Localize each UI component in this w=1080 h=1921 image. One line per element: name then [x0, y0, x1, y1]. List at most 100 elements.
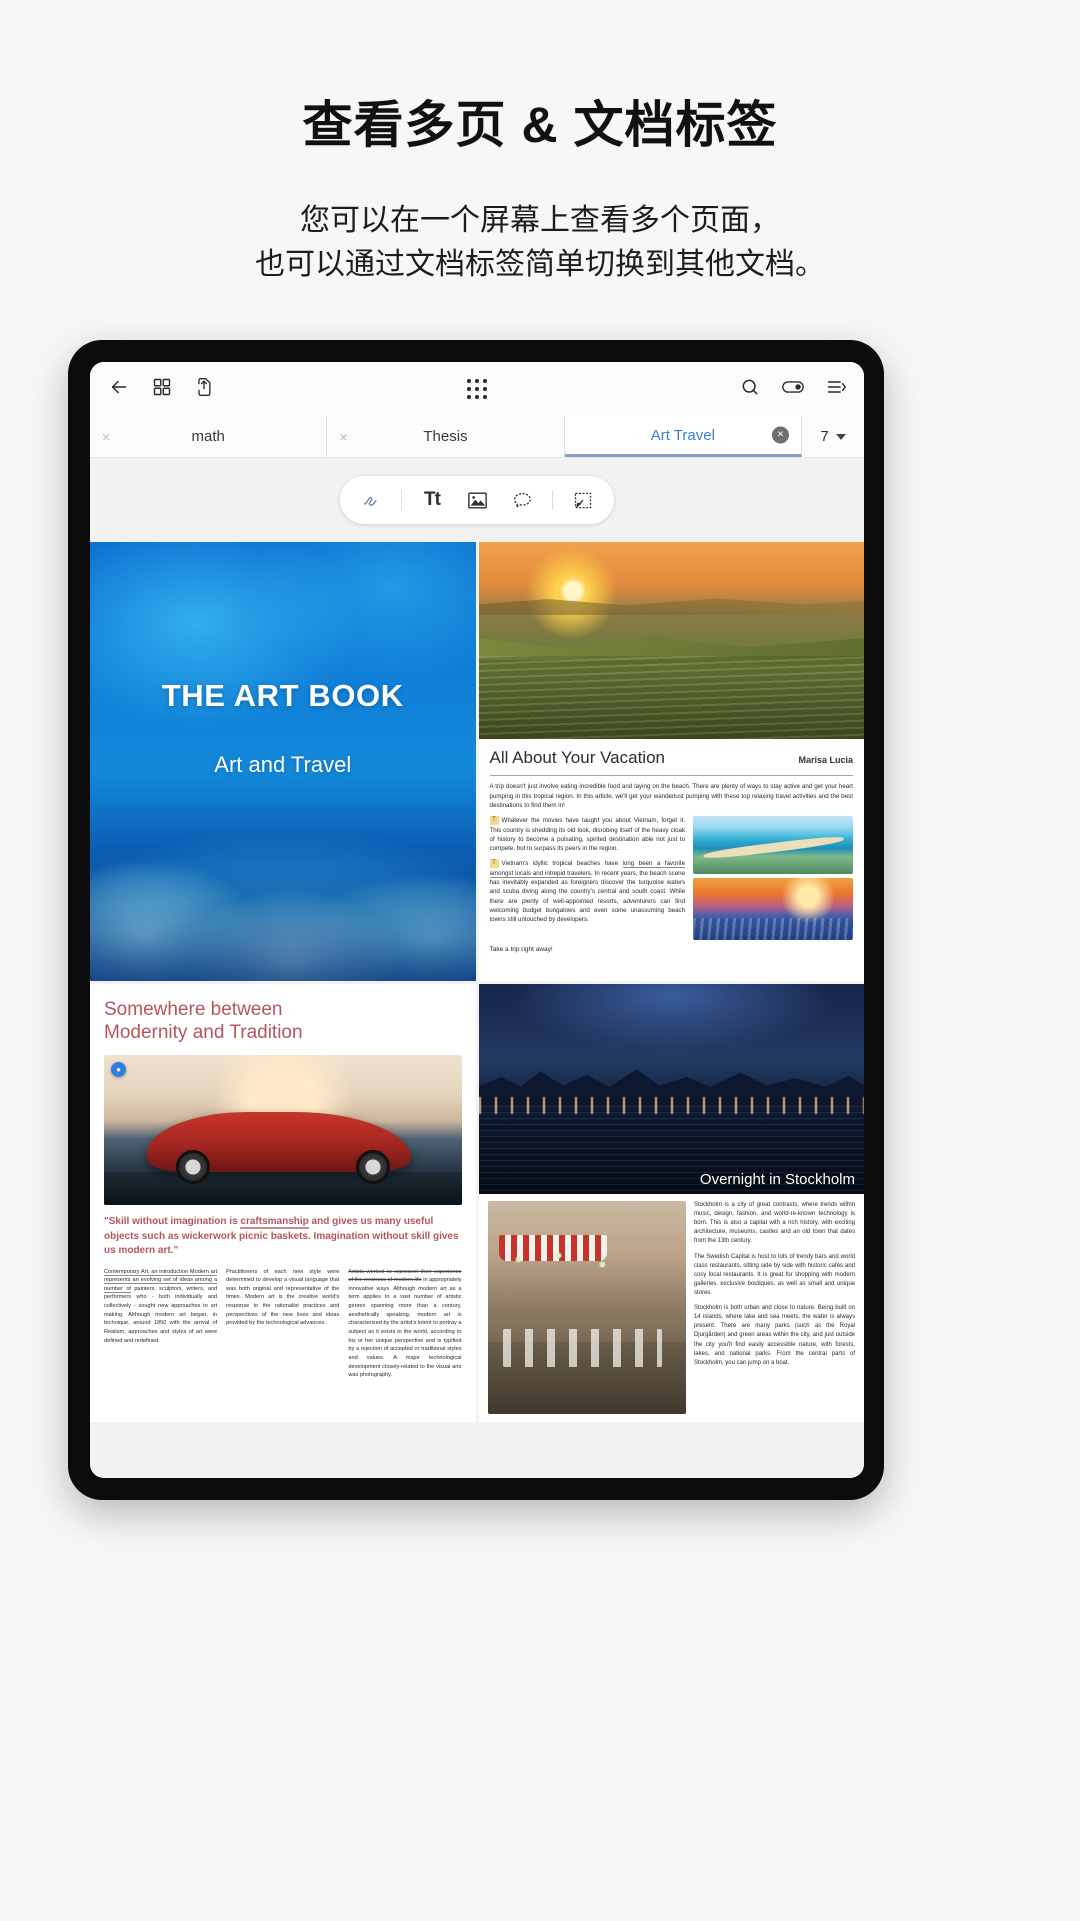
page3-car-photo: ●: [104, 1055, 462, 1205]
app-grid-dots-icon[interactable]: [467, 379, 487, 399]
tablet-bezel: × math × Thesis Art Travel × 7 Tt THE AR…: [68, 340, 884, 1500]
page4-para-2: The Swedish Capital is host to lots of t…: [693, 1253, 855, 1296]
car-wheel-front: [175, 1150, 210, 1184]
page2-para-3-a: Vietnam's idyllic tropical beaches have: [501, 860, 623, 868]
tool-palette-row: Tt: [90, 458, 864, 542]
page2-image-column: [693, 816, 853, 941]
page2-footer: Take a trip right away!: [489, 946, 553, 954]
page3-heading: Somewhere between Modernity and Traditio…: [104, 998, 462, 1046]
page3-quote: "Skill without imagination is craftsmans…: [104, 1215, 462, 1259]
page2-para-2-highlight: Whatever the movies have taught you abou…: [501, 817, 657, 825]
page4-street-photo: [487, 1200, 686, 1414]
page3-quote-strike: craftsmanship: [240, 1216, 309, 1229]
page4-caption: Overnight in Stockholm: [699, 1170, 855, 1188]
app-toolbar: [90, 362, 864, 416]
page4-para-1: Stockholm is a city of great contrasts, …: [693, 1201, 855, 1245]
search-icon[interactable]: [740, 377, 760, 402]
comment-tool-icon[interactable]: [507, 485, 537, 515]
document-tab-bar: × math × Thesis Art Travel × 7: [90, 416, 864, 458]
page2-heading-row: All About Your Vacation Marisa Lucia: [490, 748, 854, 772]
bottom-nav-strip: [90, 1422, 864, 1478]
image-tool-icon[interactable]: [462, 485, 492, 515]
bookmark-icon[interactable]: [782, 379, 804, 400]
beach-photo: [693, 816, 853, 875]
page2-para-3-rest: . In recent years, the beach scene has i…: [489, 869, 686, 924]
page3-col1-text: Contemporary Art, an introduction Modern…: [104, 1268, 217, 1346]
tab-close-icon[interactable]: ×: [339, 430, 347, 444]
document-page-4[interactable]: Overnight in Stockholm Stockholm is a ci…: [478, 983, 865, 1422]
page3-columns: Contemporary Art, an introduction Modern…: [104, 1268, 462, 1381]
page3-column-2: Practitioners of each new style were det…: [226, 1268, 339, 1381]
annotation-marker[interactable]: T: [489, 816, 499, 826]
promo-subtitle-line-1: 您可以在一个屏幕上查看多个页面，: [300, 204, 780, 237]
tablet-device-frame: × math × Thesis Art Travel × 7 Tt THE AR…: [68, 340, 884, 1500]
page2-para-2: T Whatever the movies have taught you abo…: [489, 816, 685, 853]
page2-body: All About Your Vacation Marisa Lucia A t…: [479, 739, 865, 980]
comment-pin-icon[interactable]: ●: [111, 1062, 126, 1077]
page2-para-3: T Vietnam's idyllic tropical beaches have…: [489, 859, 686, 924]
promo-header: 查看多页 & 文档标签 您可以在一个屏幕上查看多个页面， 也可以通过文档标签简单…: [0, 0, 1080, 288]
page4-para-3: Stockholm is both urban and close to nat…: [693, 1305, 855, 1366]
street-lamp: [515, 1256, 523, 1264]
terrace-texture: [478, 656, 864, 740]
export-share-icon[interactable]: [194, 376, 214, 403]
tab-close-icon[interactable]: ×: [771, 426, 789, 444]
cafe-tables: [503, 1328, 663, 1368]
tool-divider: [401, 490, 402, 510]
page4-hero-image: Overnight in Stockholm: [478, 983, 864, 1194]
page2-para-1: A trip doesn't just involve eating incre…: [489, 783, 854, 809]
promo-subtitle-line-2: 也可以通过文档标签简单切换到其他文档。: [255, 248, 825, 282]
page-count-value: 7: [820, 428, 829, 445]
page3-heading-line-2: Modernity and Tradition: [104, 1022, 303, 1044]
page-count-dropdown[interactable]: 7: [801, 416, 864, 457]
tool-divider: [552, 490, 553, 510]
tab-thesis[interactable]: × Thesis: [327, 416, 565, 457]
tool-palette: Tt: [340, 476, 614, 524]
heading-rule: [489, 775, 853, 777]
text-tool-icon[interactable]: Tt: [417, 485, 447, 515]
tab-math[interactable]: × math: [90, 416, 328, 457]
page3-col1-rest: painters, sculptors, writers, and perfor…: [104, 1285, 218, 1344]
tab-close-icon[interactable]: ×: [102, 430, 110, 444]
page3-col3-rest: in appropriately innovative ways. Althou…: [348, 1277, 462, 1379]
list-menu-icon[interactable]: [826, 378, 847, 401]
document-page-1[interactable]: THE ART BOOK Art and Travel: [90, 542, 476, 981]
page3-column-3: Artists worked to represent their experi…: [348, 1268, 461, 1381]
page3-column-1: Contemporary Art, an introduction Modern…: [104, 1268, 217, 1381]
annotation-marker[interactable]: T: [489, 859, 499, 869]
page2-hero-image: [478, 542, 864, 740]
page2-heading: All About Your Vacation: [489, 748, 666, 768]
page1-title: THE ART BOOK: [161, 677, 404, 713]
tab-art-travel[interactable]: Art Travel ×: [564, 416, 802, 457]
surf-photo: [693, 878, 853, 941]
page3-col1-lead: Contemporary Art, an introduction: [104, 1268, 190, 1276]
document-page-2[interactable]: All About Your Vacation Marisa Lucia A t…: [478, 542, 865, 981]
tablet-screen: × math × Thesis Art Travel × 7 Tt THE AR…: [90, 362, 864, 1478]
tab-label: Thesis: [423, 428, 468, 445]
chevron-down-icon: [835, 433, 846, 440]
tab-label: Art Travel: [650, 426, 715, 444]
page4-text-column: Stockholm is a city of great contrasts, …: [694, 1201, 855, 1414]
page3-quote-part-1: "Skill without imagination is: [104, 1216, 241, 1227]
page2-text-column: T Whatever the movies have taught you abo…: [489, 816, 686, 940]
page4-body: Stockholm is a city of great contrasts, …: [479, 1194, 865, 1422]
note-tool-icon[interactable]: [568, 485, 598, 515]
document-page-grid[interactable]: THE ART BOOK Art and Travel All About Yo…: [90, 542, 864, 1422]
page2-columns: T Whatever the movies have taught you abo…: [489, 816, 853, 941]
back-arrow-icon[interactable]: [108, 376, 130, 403]
ridge-1: [478, 598, 864, 615]
tab-label: math: [191, 428, 225, 445]
thumbnail-grid-icon[interactable]: [152, 377, 172, 402]
page3-col2-text: Practitioners of each new style were det…: [226, 1268, 340, 1327]
road-ground: [104, 1172, 462, 1205]
car-wheel-rear: [356, 1150, 390, 1184]
page1-subtitle: Art and Travel: [214, 752, 352, 778]
page-title: 查看多页 & 文档标签: [302, 97, 778, 153]
page3-heading-line-1: Somewhere between: [104, 998, 283, 1020]
pen-tool-icon[interactable]: [356, 485, 386, 515]
page2-byline: Marisa Lucia: [798, 755, 853, 766]
street-lamp: [554, 1252, 562, 1260]
page3-col3-text: Artists worked to represent their experi…: [348, 1268, 461, 1381]
street-lamp: [598, 1260, 606, 1268]
document-page-3[interactable]: Somewhere between Modernity and Traditio…: [90, 983, 476, 1422]
